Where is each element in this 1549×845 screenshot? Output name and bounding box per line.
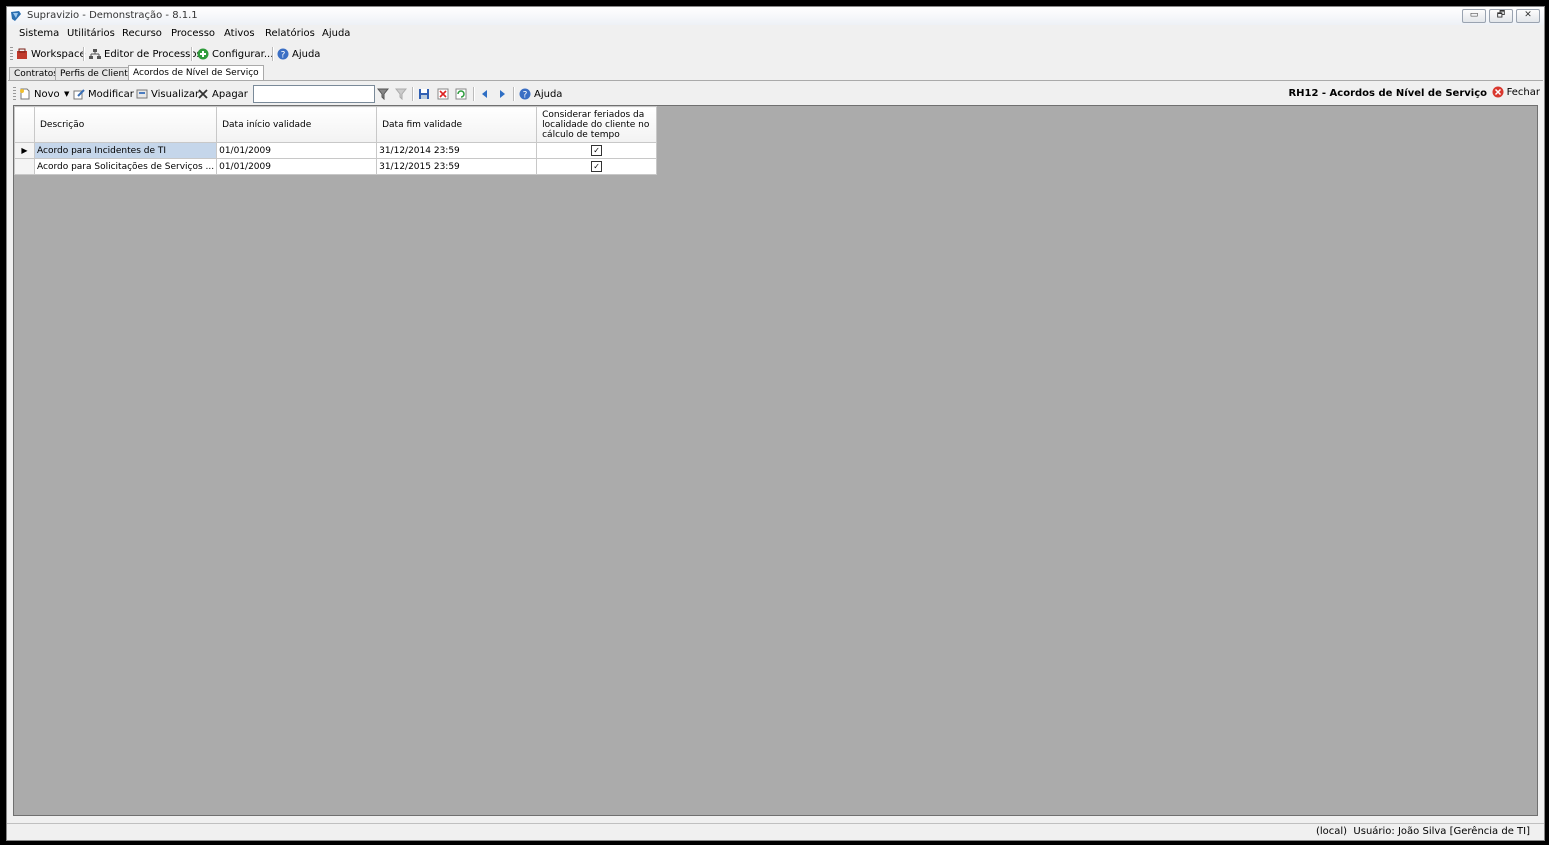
fechar-button[interactable]: Fechar (1492, 86, 1540, 98)
cancel-icon[interactable] (437, 88, 449, 100)
save-icon[interactable] (418, 88, 430, 100)
minimize-button[interactable]: ▭ (1462, 9, 1486, 23)
workspace-button[interactable]: Workspace (16, 46, 86, 62)
menu-ativos[interactable]: Ativos (224, 28, 255, 39)
cell-data-fim[interactable]: 31/12/2014 23:59 (376, 142, 538, 159)
menu-processo[interactable]: Processo (171, 28, 215, 39)
status-bar: (local) Usuário: João Silva [Gerência de… (7, 823, 1544, 840)
fechar-label: Fechar (1506, 86, 1540, 98)
toolbar-separator (272, 47, 274, 61)
title-bar: Supravizio - Demonstração - 8.1.1 ▭ 🗗 ✕ (7, 7, 1544, 25)
cell-descricao[interactable]: Acordo para Incidentes de TI (33, 142, 218, 159)
menu-relatorios[interactable]: Relatórios (265, 28, 315, 39)
apagar-button[interactable]: Apagar (197, 86, 248, 102)
feriados-checkbox[interactable]: ✓ (591, 145, 603, 156)
previous-arrow-icon[interactable] (479, 88, 491, 100)
search-input[interactable] (253, 85, 375, 103)
next-arrow-icon[interactable] (496, 88, 508, 100)
toolbar-separator (513, 87, 515, 101)
help-icon: ? (277, 48, 289, 61)
column-header-data-fim[interactable]: Data fim validade (376, 106, 538, 143)
process-tree-icon (89, 48, 101, 60)
grid-toolbar: Novo ▼ Modificar Visualizar Apagar ? Aju… (8, 84, 1543, 104)
toolbar-separator (412, 87, 414, 101)
cell-descricao[interactable]: Acordo para Solicitações de Serviços ... (33, 158, 218, 175)
content-panel: Novo ▼ Modificar Visualizar Apagar ? Aju… (8, 80, 1543, 822)
novo-button[interactable]: Novo (19, 86, 60, 102)
filter-icon[interactable] (376, 88, 390, 101)
cell-data-inicio[interactable]: 01/01/2009 (216, 142, 378, 159)
restore-button[interactable]: 🗗 (1489, 9, 1513, 23)
help-icon: ? (519, 88, 531, 101)
visualizar-button[interactable]: Visualizar (136, 86, 199, 102)
close-window-button[interactable]: ✕ (1516, 9, 1540, 23)
cell-feriados[interactable]: ✓ (536, 142, 658, 159)
screen-title: RH12 - Acordos de Nível de Serviço (1288, 88, 1487, 99)
menu-sistema[interactable]: Sistema (19, 28, 59, 39)
editor-processos-label: Editor de Processos (104, 48, 202, 60)
editor-processos-button[interactable]: Editor de Processos (89, 46, 202, 62)
toolbar-grip[interactable] (13, 87, 16, 101)
window-controls: ▭ 🗗 ✕ (1462, 9, 1540, 23)
toolbar-grip[interactable] (10, 47, 13, 61)
status-text: (local) Usuário: João Silva [Gerência de… (1316, 826, 1530, 837)
cell-feriados[interactable]: ✓ (536, 158, 658, 175)
modificar-label: Modificar (88, 88, 134, 100)
close-circle-icon (1492, 86, 1504, 98)
tab-acordos-nivel-servico[interactable]: Acordos de Nível de Serviço (128, 65, 264, 81)
feriados-checkbox[interactable]: ✓ (591, 161, 603, 172)
ajuda-label: Ajuda (292, 48, 321, 60)
grid-area: Descrição Data início validade Data fim … (13, 105, 1538, 816)
cell-data-fim[interactable]: 31/12/2015 23:59 (376, 158, 538, 175)
main-toolbar: Workspace Editor de Processos Configurar… (7, 45, 1544, 63)
toolbar-separator (83, 47, 85, 61)
current-row-arrow-icon: ▶ (21, 145, 28, 155)
row-selector[interactable] (14, 158, 35, 175)
table-row[interactable]: ▶ Acordo para Incidentes de TI 01/01/200… (14, 142, 658, 159)
document-tabs: Contratos Perfis de Clientes Acordos de … (7, 65, 1544, 81)
view-icon (136, 88, 148, 100)
row-selector[interactable]: ▶ (14, 142, 35, 159)
novo-label: Novo (34, 88, 60, 100)
svg-text:?: ? (281, 51, 286, 61)
menu-bar: Sistema Utilitários Recurso Processo Ati… (7, 27, 1544, 43)
status-server: (local) (1315, 826, 1348, 837)
window-title: Supravizio - Demonstração - 8.1.1 (27, 10, 198, 21)
column-header-descricao[interactable]: Descrição (33, 106, 218, 143)
ajuda-grid-button[interactable]: ? Ajuda (519, 86, 562, 102)
status-user: Usuário: João Silva [Gerência de TI] (1353, 826, 1530, 837)
ajuda-toolbar-button[interactable]: ? Ajuda (277, 46, 320, 62)
edit-icon (73, 88, 85, 100)
toolbar-separator (191, 47, 193, 61)
column-header-feriados[interactable]: Considerar feriados da localidade do cli… (536, 106, 658, 143)
toolbar-separator (473, 87, 475, 101)
menu-recurso[interactable]: Recurso (122, 28, 162, 39)
row-header-corner (14, 106, 35, 143)
clear-filter-icon[interactable] (394, 88, 408, 101)
apagar-label: Apagar (212, 88, 248, 100)
delete-x-icon (197, 88, 209, 100)
novo-dropdown-arrow[interactable]: ▼ (64, 86, 69, 102)
ajuda-grid-label: Ajuda (534, 88, 563, 100)
app-logo-icon (10, 10, 22, 22)
workspace-label: Workspace (31, 48, 86, 60)
refresh-icon[interactable] (455, 88, 467, 100)
svg-text:?: ? (523, 91, 528, 101)
configurar-label: Configurar... (212, 48, 274, 60)
application-window: Supravizio - Demonstração - 8.1.1 ▭ 🗗 ✕ … (6, 6, 1545, 841)
column-header-data-inicio[interactable]: Data início validade (216, 106, 378, 143)
data-grid: Descrição Data início validade Data fim … (14, 106, 658, 175)
visualizar-label: Visualizar (151, 88, 200, 100)
add-green-icon (197, 48, 209, 60)
configurar-button[interactable]: Configurar... (197, 46, 273, 62)
cell-data-inicio[interactable]: 01/01/2009 (216, 158, 378, 175)
table-row[interactable]: Acordo para Solicitações de Serviços ...… (14, 158, 658, 175)
grid-header-row: Descrição Data início validade Data fim … (14, 106, 658, 143)
new-document-icon (19, 88, 31, 100)
modificar-button[interactable]: Modificar (73, 86, 134, 102)
workspace-icon (16, 48, 28, 60)
menu-ajuda[interactable]: Ajuda (322, 28, 350, 39)
menu-utilitarios[interactable]: Utilitários (67, 28, 115, 39)
